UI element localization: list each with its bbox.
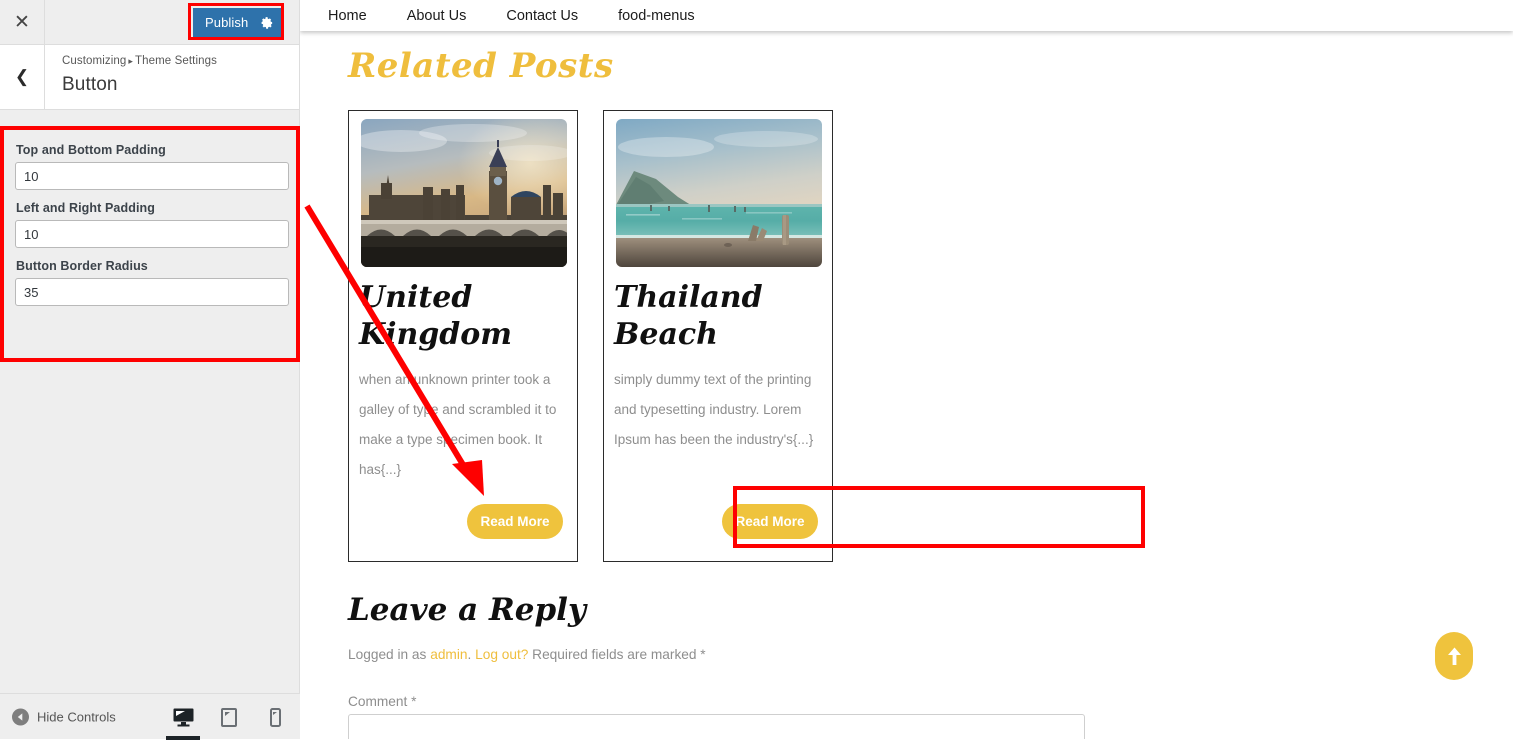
device-active-indicator (166, 736, 200, 740)
field-label-left-right-padding: Left and Right Padding (16, 201, 155, 215)
scroll-to-top-button[interactable] (1435, 632, 1473, 680)
publish-button-label: Publish (205, 15, 249, 30)
device-preview-switcher (166, 694, 286, 740)
logged-in-prefix: Logged in as (348, 647, 431, 662)
admin-profile-link[interactable]: admin (430, 647, 467, 662)
field-button-border-radius: Button Border Radius (15, 259, 289, 306)
field-label-button-border-radius: Button Border Radius (16, 259, 148, 273)
post-card[interactable]: Thailand Beach simply dummy text of the … (603, 110, 833, 562)
read-more-button[interactable]: Read More (467, 504, 563, 539)
breadcrumb-separator-icon: ▸ (128, 56, 133, 66)
screen: ✕ Publish ❮ Customizing ▸ Theme Settings B… (0, 0, 1513, 740)
post-title[interactable]: United Kingdom (359, 279, 569, 353)
chevron-left-icon[interactable]: ❮ (0, 45, 45, 109)
nav-link-about-us[interactable]: About Us (407, 8, 467, 24)
publish-button[interactable]: Publish (193, 8, 281, 37)
post-excerpt: simply dummy text of the printing and ty… (614, 372, 814, 447)
nav-link-home[interactable]: Home (328, 8, 367, 24)
comment-textarea[interactable] (348, 714, 1085, 739)
field-left-right-padding: Left and Right Padding (15, 201, 289, 248)
page-title: Button (62, 74, 118, 95)
post-title[interactable]: Thailand Beach (614, 279, 824, 353)
close-icon[interactable]: ✕ (0, 0, 45, 44)
button-settings-fields: Top and Bottom Padding Left and Right Pa… (4, 130, 296, 306)
customizer-topbar: ✕ Publish (0, 0, 299, 45)
hide-controls-label: Hide Controls (37, 709, 116, 724)
post-thumbnail-united-kingdom (361, 119, 567, 267)
field-top-bottom-padding: Top and Bottom Padding (15, 143, 289, 190)
top-bottom-padding-input[interactable] (15, 162, 289, 190)
customizer-footer: Hide Controls (0, 693, 300, 740)
button-settings-highlight-box: Top and Bottom Padding Left and Right Pa… (0, 126, 300, 362)
breadcrumb-root[interactable]: Customizing (62, 55, 126, 67)
nav-link-food-menus[interactable]: food-menus (618, 8, 695, 24)
button-border-radius-input[interactable] (15, 278, 289, 306)
breadcrumb: Customizing ▸ Theme Settings (62, 55, 217, 67)
nav-link-contact-us[interactable]: Contact Us (506, 8, 578, 24)
related-posts-list: United Kingdom when an unknown printer t… (348, 110, 833, 562)
related-posts-heading: Related Posts (348, 46, 614, 86)
site-navigation: Home About Us Contact Us food-menus (300, 0, 1513, 31)
post-excerpt: when an unknown printer took a galley of… (359, 372, 557, 477)
post-thumbnail-thailand-beach (616, 119, 822, 267)
arrow-up-icon (1447, 647, 1461, 665)
required-fields-note: Required fields are marked * (528, 647, 706, 662)
field-label-top-bottom-padding: Top and Bottom Padding (16, 143, 166, 157)
comment-field-label: Comment * (348, 694, 417, 709)
logged-in-notice: Logged in as admin. Log out? Required fi… (348, 647, 706, 662)
log-out-link[interactable]: Log out? (475, 647, 528, 662)
leave-a-reply-heading: Leave a Reply (348, 592, 586, 628)
customizer-sidebar: ✕ Publish ❮ Customizing ▸ Theme Settings B… (0, 0, 300, 740)
mobile-icon (269, 707, 281, 727)
publish-highlight-box: Publish (188, 3, 284, 40)
left-right-padding-input[interactable] (15, 220, 289, 248)
read-more-button[interactable]: Read More (722, 504, 818, 539)
device-mobile-button[interactable] (264, 694, 286, 740)
tablet-icon (221, 707, 237, 727)
gear-icon[interactable] (261, 16, 274, 29)
desktop-icon (173, 708, 193, 726)
post-card[interactable]: United Kingdom when an unknown printer t… (348, 110, 578, 562)
site-preview: Home About Us Contact Us food-menus Rela… (300, 0, 1513, 739)
customizer-panel-header: ❮ Customizing ▸ Theme Settings Button (0, 45, 299, 110)
device-desktop-button[interactable] (166, 694, 200, 740)
hide-controls-button[interactable]: Hide Controls (12, 708, 116, 725)
breadcrumb-section[interactable]: Theme Settings (135, 55, 217, 67)
device-tablet-button[interactable] (218, 694, 240, 740)
logged-in-separator: . (467, 647, 476, 662)
collapse-icon (12, 708, 29, 725)
